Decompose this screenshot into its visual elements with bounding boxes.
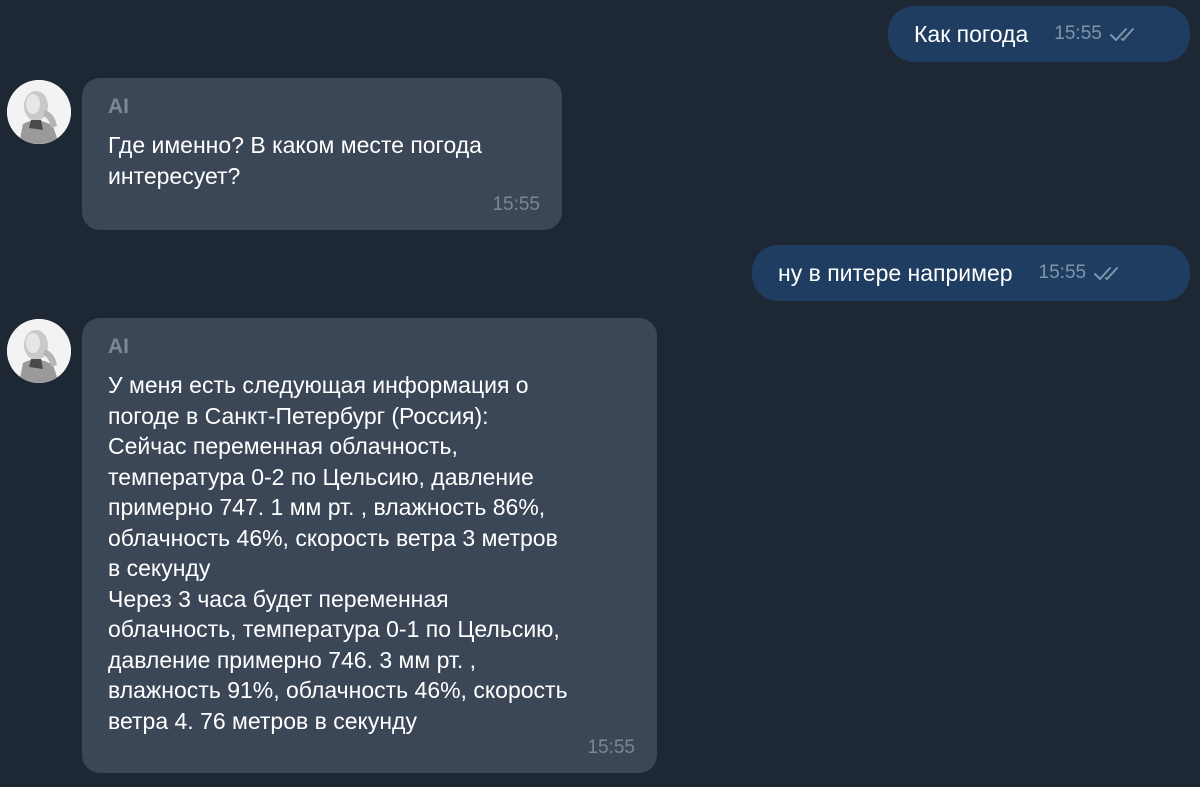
robot-avatar[interactable] — [7, 319, 71, 383]
chat-history[interactable]: Как погода 15:55 AI Где именно? В каком … — [0, 0, 1200, 787]
message-time: 15:55 — [587, 737, 635, 758]
message-meta: 15:55 — [1039, 262, 1125, 284]
outgoing-message[interactable]: Как погода 15:55 — [888, 6, 1190, 62]
sender-name[interactable]: AI — [108, 92, 536, 122]
double-check-icon — [1094, 267, 1119, 280]
message-text: ну в питере например — [778, 259, 1013, 286]
message-time: 15:55 — [1038, 262, 1087, 283]
sender-name[interactable]: AI — [108, 332, 631, 362]
message-text: У меня есть следующая информация о погод… — [108, 372, 568, 734]
outgoing-message[interactable]: ну в питере например 15:55 — [752, 245, 1190, 301]
message-time: 15:55 — [1054, 23, 1102, 44]
message-text: Как погода — [914, 20, 1029, 47]
message-time: 15:55 — [492, 194, 540, 215]
incoming-message[interactable]: AI Где именно? В каком месте погода инте… — [82, 78, 562, 230]
robot-avatar[interactable] — [7, 80, 71, 144]
message-meta: 15:55 — [1054, 23, 1140, 45]
double-check-icon — [1109, 28, 1134, 41]
incoming-message[interactable]: AI У меня есть следующая информация о по… — [82, 318, 657, 773]
message-text: Где именно? В каком месте погода интерес… — [108, 132, 482, 189]
